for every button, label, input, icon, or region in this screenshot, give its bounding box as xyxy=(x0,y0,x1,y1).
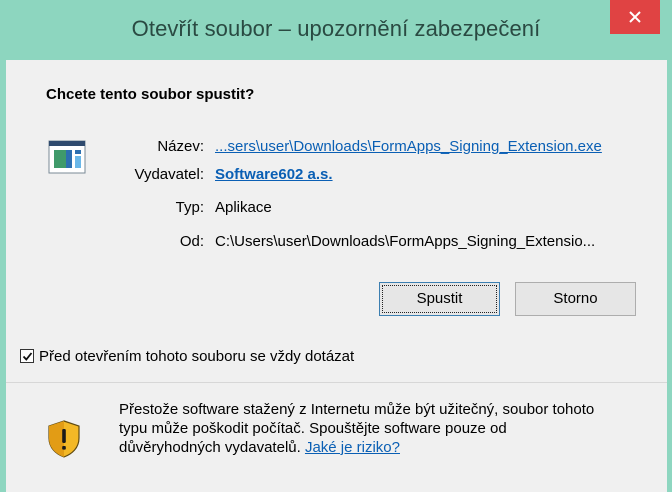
type-label: Typ: xyxy=(175,199,204,216)
checkmark-icon xyxy=(22,352,33,361)
name-row: Název: ...sers\user\Downloads\FormApps_S… xyxy=(6,138,667,158)
type-value: Aplikace xyxy=(215,199,272,216)
warning-line-2: typu může poškodit počítač. Spouštějte s… xyxy=(119,420,507,437)
cancel-button[interactable]: Storno xyxy=(515,282,636,316)
publisher-label: Vydavatel: xyxy=(134,166,205,183)
what-is-the-risk-link[interactable]: Jaké je riziko? xyxy=(305,439,400,456)
from-row: Od: C:\Users\user\Downloads\FormApps_Sig… xyxy=(6,233,667,253)
publisher-row: Vydavatel: Software602 a.s. xyxy=(6,166,667,186)
warning-line-1: Přestože software stažený z Internetu mů… xyxy=(119,401,595,418)
run-question: Chcete tento soubor spustit? xyxy=(46,86,255,103)
security-warning-text: Přestože software stažený z Internetu mů… xyxy=(119,400,659,457)
security-warning-window: Otevřít soubor – upozornění zabezpečení … xyxy=(0,0,672,492)
title-bar[interactable]: Otevřít soubor – upozornění zabezpečení xyxy=(0,0,672,60)
window-title: Otevřít soubor – upozornění zabezpečení xyxy=(131,16,541,41)
always-ask-label[interactable]: Před otevřením tohoto souboru se vždy do… xyxy=(39,348,354,365)
security-shield-icon xyxy=(48,420,80,458)
warning-line-3: důvěryhodných vydavatelů. Jaké je riziko… xyxy=(119,438,659,457)
dialog-body: Chcete tento soubor spustit? Název: ...s… xyxy=(6,60,667,492)
warning-panel: Přestože software stažený z Internetu mů… xyxy=(6,383,667,492)
name-label: Název: xyxy=(157,138,204,155)
always-ask-checkbox[interactable] xyxy=(20,349,34,363)
from-value: C:\Users\user\Downloads\FormApps_Signing… xyxy=(215,233,596,250)
publisher-link[interactable]: Software602 a.s. xyxy=(215,166,333,183)
close-icon xyxy=(629,11,641,23)
run-button-label: Spustit xyxy=(382,285,497,313)
file-name-link[interactable]: ...sers\user\Downloads\FormApps_Signing_… xyxy=(215,138,602,155)
warning-line-3-text: důvěryhodných vydavatelů. xyxy=(119,439,301,456)
from-label: Od: xyxy=(179,233,204,250)
type-row: Typ: Aplikace xyxy=(6,199,667,219)
run-button[interactable]: Spustit xyxy=(379,282,500,316)
file-details-panel: Chcete tento soubor spustit? Název: ...s… xyxy=(6,60,667,380)
close-button[interactable] xyxy=(610,0,660,34)
